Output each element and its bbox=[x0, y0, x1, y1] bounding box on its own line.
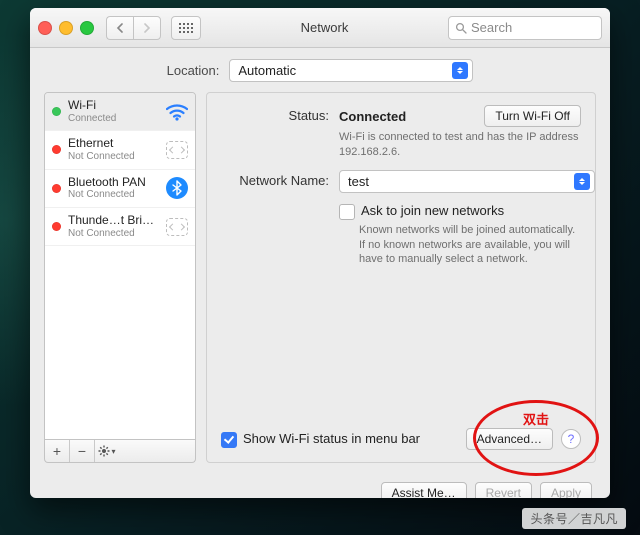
add-service-button[interactable]: + bbox=[45, 440, 70, 462]
turn-wifi-off-button[interactable]: Turn Wi-Fi Off bbox=[484, 105, 581, 127]
service-item-wifi[interactable]: Wi-Fi Connected bbox=[45, 93, 195, 131]
help-button[interactable]: ? bbox=[561, 429, 581, 449]
close-icon[interactable] bbox=[38, 21, 52, 35]
service-status: Not Connected bbox=[68, 151, 159, 163]
chevron-updown-icon bbox=[574, 173, 590, 190]
apply-button[interactable]: Apply bbox=[540, 482, 592, 498]
service-name: Ethernet bbox=[68, 137, 159, 151]
service-list[interactable]: Wi-Fi Connected Ethernet Not Connected bbox=[44, 92, 196, 440]
network-name-row: Network Name: test bbox=[221, 170, 581, 193]
service-name: Wi-Fi bbox=[68, 99, 159, 113]
network-name-label: Network Name: bbox=[221, 170, 329, 188]
window-toolbar: Network Search bbox=[30, 8, 610, 48]
service-status: Not Connected bbox=[68, 189, 159, 201]
status-dot-icon bbox=[52, 107, 61, 116]
zoom-icon[interactable] bbox=[80, 21, 94, 35]
window-title: Network bbox=[207, 20, 442, 35]
checkbox-icon bbox=[339, 204, 355, 220]
service-item-ethernet[interactable]: Ethernet Not Connected bbox=[45, 131, 195, 169]
location-value: Automatic bbox=[238, 63, 296, 78]
ask-join-checkbox[interactable]: Ask to join new networks bbox=[339, 203, 581, 220]
location-label: Location: bbox=[167, 63, 220, 78]
service-name: Bluetooth PAN bbox=[68, 176, 159, 190]
remove-service-button[interactable]: − bbox=[70, 440, 95, 462]
nav-back-forward bbox=[106, 16, 161, 40]
detail-panel: Status: Connected Turn Wi-Fi Off Wi-Fi i… bbox=[206, 92, 596, 463]
status-dot-icon bbox=[52, 145, 61, 154]
chevron-down-icon: ▾ bbox=[111, 447, 115, 456]
minimize-icon[interactable] bbox=[59, 21, 73, 35]
location-popup[interactable]: Automatic bbox=[229, 59, 473, 82]
status-description: Wi-Fi is connected to test and has the I… bbox=[339, 130, 581, 160]
status-label: Status: bbox=[221, 105, 329, 123]
service-status: Not Connected bbox=[68, 228, 159, 240]
ask-join-row: Ask to join new networks Known networks … bbox=[221, 203, 581, 268]
revert-button[interactable]: Revert bbox=[475, 482, 532, 498]
status-dot-icon bbox=[52, 184, 61, 193]
show-all-button[interactable] bbox=[171, 16, 201, 40]
service-item-thunderbolt-bridge[interactable]: Thunde…t Bridge Not Connected bbox=[45, 208, 195, 246]
actions-menu-button[interactable]: ▾ bbox=[95, 440, 119, 462]
grid-icon bbox=[179, 23, 193, 33]
system-preferences-window: Network Search Location: Automatic Wi-Fi… bbox=[30, 8, 610, 498]
chevron-updown-icon bbox=[452, 62, 468, 79]
search-placeholder: Search bbox=[471, 20, 512, 35]
service-status: Connected bbox=[68, 113, 159, 125]
show-status-label: Show Wi-Fi status in menu bar bbox=[243, 431, 420, 446]
pane-body: Wi-Fi Connected Ethernet Not Connected bbox=[30, 92, 610, 475]
back-button[interactable] bbox=[106, 16, 133, 40]
bluetooth-icon bbox=[166, 177, 188, 199]
forward-button[interactable] bbox=[133, 16, 161, 40]
ask-join-label: Ask to join new networks bbox=[361, 203, 504, 218]
service-item-bluetooth-pan[interactable]: Bluetooth PAN Not Connected bbox=[45, 170, 195, 208]
panel-bottom-row: Show Wi-Fi status in menu bar Advanced… … bbox=[221, 428, 581, 450]
service-sidebar: Wi-Fi Connected Ethernet Not Connected bbox=[44, 92, 196, 463]
service-name: Thunde…t Bridge bbox=[68, 214, 159, 228]
search-icon bbox=[455, 22, 467, 34]
window-footer: Assist Me… Revert Apply bbox=[30, 475, 610, 498]
advanced-button[interactable]: Advanced… bbox=[466, 428, 553, 450]
checkbox-icon bbox=[221, 432, 237, 448]
status-value: Connected bbox=[339, 109, 406, 124]
status-dot-icon bbox=[52, 222, 61, 231]
watermark: 头条号／吉凡凡 bbox=[522, 508, 626, 529]
sidebar-footer: + − ▾ bbox=[44, 440, 196, 463]
assist-me-button[interactable]: Assist Me… bbox=[381, 482, 467, 498]
wifi-icon bbox=[166, 101, 188, 123]
ask-join-description: Known networks will be joined automatica… bbox=[359, 223, 581, 268]
network-name-popup[interactable]: test bbox=[339, 170, 595, 193]
ethernet-icon bbox=[166, 139, 188, 161]
traffic-lights bbox=[38, 21, 94, 35]
status-row: Status: Connected Turn Wi-Fi Off Wi-Fi i… bbox=[221, 105, 581, 160]
thunderbolt-icon bbox=[166, 216, 188, 238]
gear-icon bbox=[98, 445, 110, 457]
location-row: Location: Automatic bbox=[30, 48, 610, 92]
search-field[interactable]: Search bbox=[448, 16, 602, 40]
network-name-value: test bbox=[348, 174, 369, 189]
show-status-checkbox[interactable]: Show Wi-Fi status in menu bar bbox=[221, 431, 420, 448]
